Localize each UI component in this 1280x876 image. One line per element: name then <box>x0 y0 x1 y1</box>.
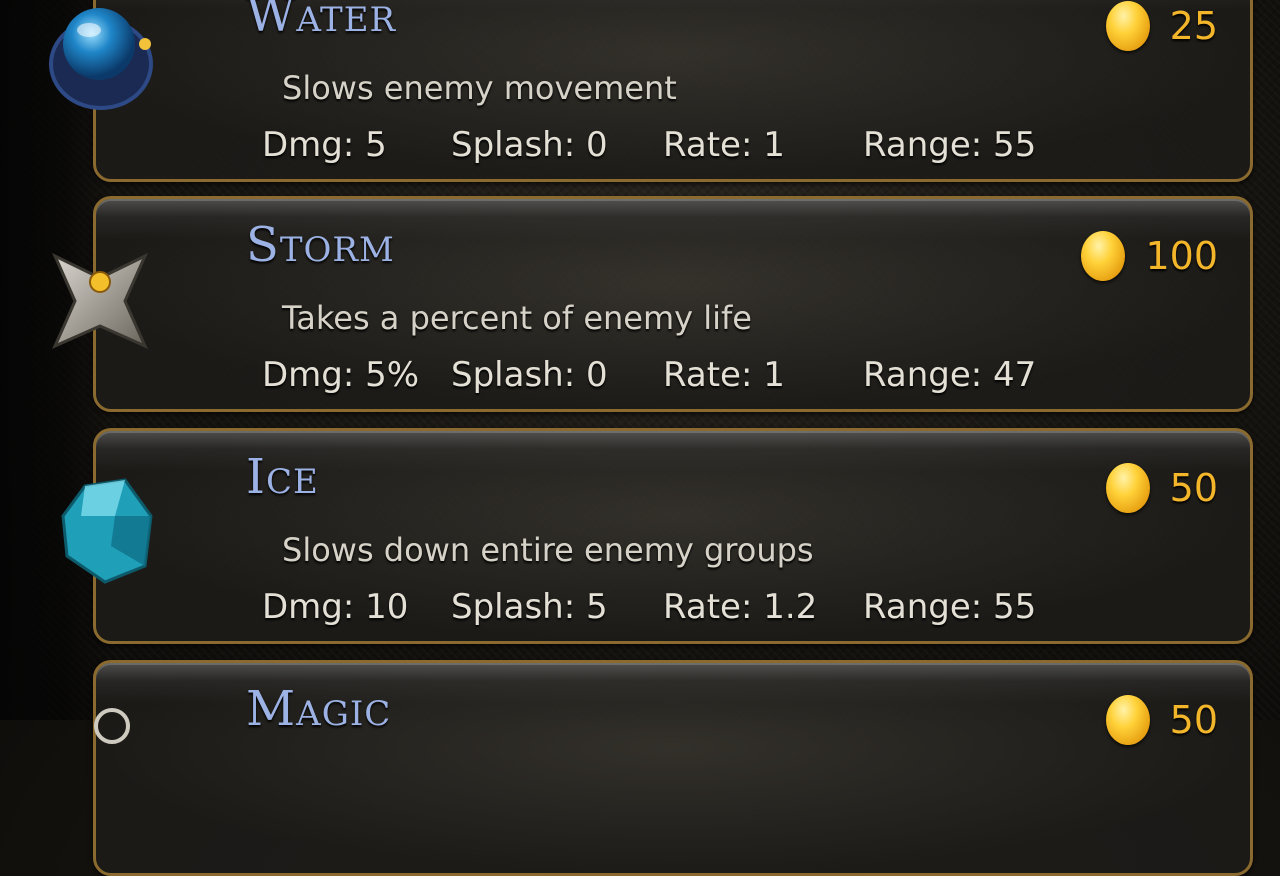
stat-damage: Dmg: 10 <box>262 587 409 627</box>
tower-card-storm[interactable]: Storm Takes a percent of enemy life Dmg:… <box>93 196 1253 412</box>
coin-icon <box>1105 695 1150 745</box>
tower-name: Water <box>246 0 397 43</box>
price: 50 <box>1105 695 1218 745</box>
price-value: 50 <box>1169 698 1218 742</box>
stat-rate: Rate: 1.2 <box>663 587 818 627</box>
stat-rate: Rate: 1 <box>663 355 785 395</box>
ice-crystal-icon <box>61 478 153 584</box>
price: 50 <box>1105 463 1218 513</box>
price-value: 25 <box>1169 4 1218 48</box>
tower-name: Magic <box>246 681 392 737</box>
coin-icon <box>1081 231 1126 281</box>
stat-rate: Rate: 1 <box>663 125 785 165</box>
stat-damage: Dmg: 5% <box>262 355 420 395</box>
tower-card-ice[interactable]: Ice Slows down entire enemy groups Dmg: … <box>93 428 1253 644</box>
price: 25 <box>1105 1 1218 51</box>
stat-range: Range: 47 <box>863 355 1037 395</box>
tower-description: Slows enemy movement <box>282 69 677 107</box>
price-value: 50 <box>1169 466 1218 510</box>
stat-splash: Splash: 0 <box>451 125 608 165</box>
water-orb-icon <box>49 8 153 110</box>
stat-damage: Dmg: 5 <box>262 125 387 165</box>
magic-icon <box>94 708 130 744</box>
stat-splash: Splash: 0 <box>451 355 608 395</box>
tower-description: Takes a percent of enemy life <box>282 299 752 337</box>
tower-name: Storm <box>246 217 395 273</box>
price: 100 <box>1081 231 1218 281</box>
tower-card-magic[interactable]: Magic 50 <box>93 660 1253 876</box>
coin-icon <box>1105 1 1150 51</box>
tower-card-water[interactable]: Water Slows enemy movement Dmg: 5 Splash… <box>93 0 1253 182</box>
price-value: 100 <box>1145 234 1218 278</box>
stat-range: Range: 55 <box>863 587 1037 627</box>
stat-splash: Splash: 5 <box>451 587 608 627</box>
coin-icon <box>1105 463 1150 513</box>
storm-shuriken-icon <box>51 252 149 349</box>
tower-name: Ice <box>246 449 319 505</box>
stat-range: Range: 55 <box>863 125 1037 165</box>
tower-description: Slows down entire enemy groups <box>282 531 814 569</box>
